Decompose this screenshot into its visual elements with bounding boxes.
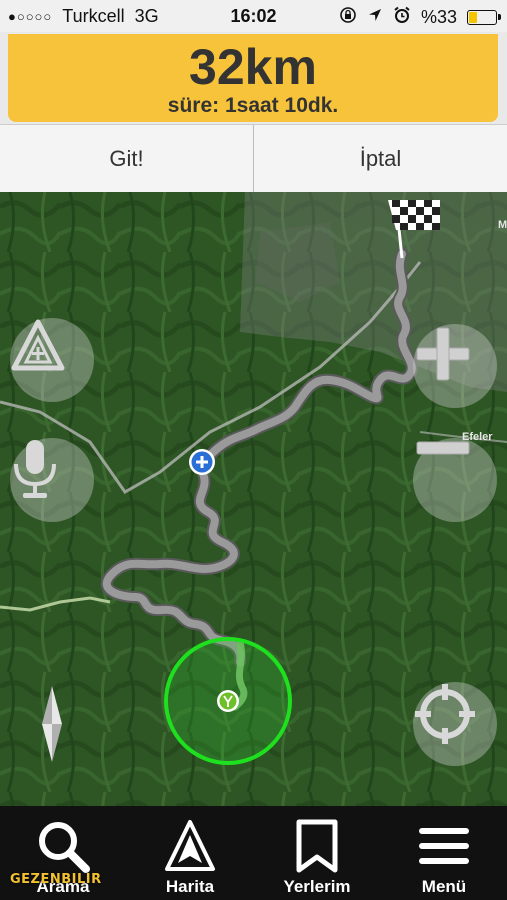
minus-icon bbox=[416, 441, 470, 455]
route-duration: süre: 1saat 10dk. bbox=[167, 94, 339, 117]
zoom-in-button[interactable] bbox=[413, 324, 497, 408]
hazard-warning-icon bbox=[11, 319, 65, 371]
tab-menu[interactable]: Menü bbox=[381, 806, 507, 900]
route-summary-card: 32km süre: 1saat 10dk. bbox=[8, 34, 498, 122]
current-location-indicator bbox=[164, 637, 292, 765]
tab-yerlerim[interactable]: Yerlerim bbox=[254, 806, 380, 900]
battery-icon bbox=[467, 10, 501, 25]
battery-level bbox=[469, 12, 477, 23]
search-icon bbox=[39, 822, 90, 873]
recenter-location-button[interactable] bbox=[413, 682, 497, 766]
tab-label-menu: Menü bbox=[421, 877, 467, 896]
route-summary-banner: 32km süre: 1saat 10dk. bbox=[0, 32, 507, 124]
tab-label-harita: Harita bbox=[165, 877, 215, 896]
crosshair-target-icon bbox=[415, 684, 475, 744]
navigation-arrow-icon bbox=[165, 820, 215, 871]
plus-icon bbox=[416, 327, 470, 381]
microphone-icon bbox=[14, 440, 56, 498]
map-view[interactable]: Efeler M bbox=[0, 192, 507, 806]
zoom-out-button[interactable] bbox=[413, 438, 497, 522]
report-hazard-button[interactable] bbox=[10, 318, 94, 402]
map-place-label-partial: M bbox=[498, 219, 507, 231]
hamburger-menu-icon bbox=[419, 828, 469, 864]
go-button[interactable]: Git! bbox=[0, 125, 253, 193]
bookmark-icon bbox=[296, 819, 338, 873]
rotation-lock-icon bbox=[339, 6, 357, 29]
voice-search-button[interactable] bbox=[10, 438, 94, 522]
battery-percentage: %33 bbox=[420, 7, 457, 27]
watermark-logo: GEZENBILIR bbox=[10, 872, 102, 887]
location-arrow-icon bbox=[367, 7, 383, 28]
route-action-bar: Git! İptal bbox=[0, 124, 507, 194]
route-distance: 32km bbox=[189, 39, 317, 95]
alarm-icon bbox=[393, 6, 411, 29]
status-bar: ●○○○○ Turkcell 3G 16:02 %33 bbox=[0, 0, 507, 32]
waypoint-plus-marker[interactable] bbox=[189, 449, 215, 475]
tab-harita[interactable]: Harita bbox=[127, 806, 253, 900]
cancel-button[interactable]: İptal bbox=[253, 125, 507, 193]
tab-label-yerlerim: Yerlerim bbox=[283, 877, 351, 896]
